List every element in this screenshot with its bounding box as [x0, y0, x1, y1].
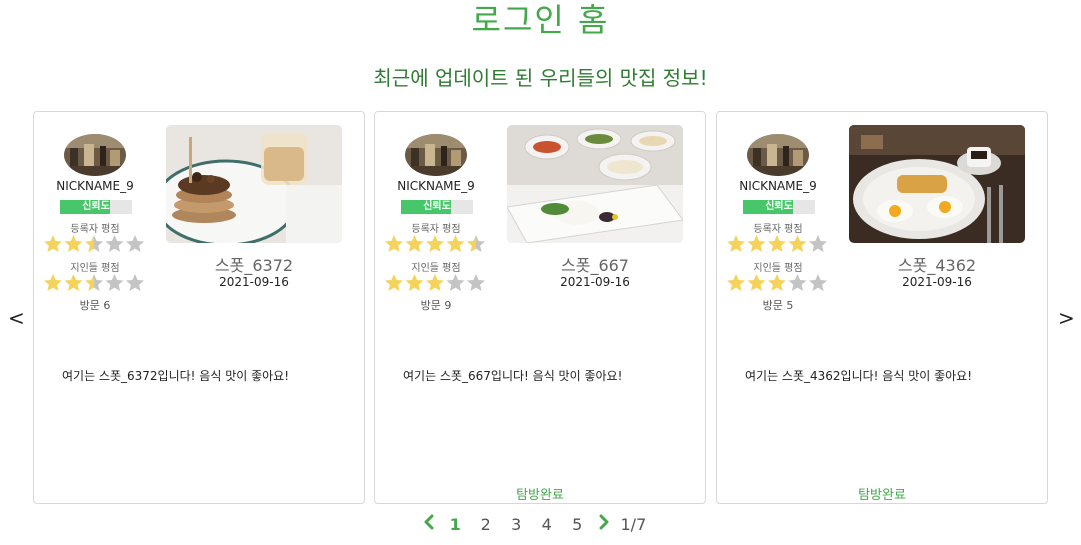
star-icon [747, 235, 766, 252]
spot-date: 2021-09-16 [560, 275, 630, 289]
spot-photo[interactable] [166, 125, 342, 243]
spot-date: 2021-09-16 [219, 275, 289, 289]
page-number[interactable]: 3 [501, 515, 532, 534]
spot-name: 스폿_667 [561, 256, 629, 275]
owner-rating-label: 등록자 평점 [753, 224, 803, 235]
spot-date: 2021-09-16 [902, 275, 972, 289]
star-icon [788, 235, 807, 252]
rating-stars-svg [44, 235, 144, 252]
star-icon [426, 274, 444, 291]
spot-card[interactable]: NICKNAME_9 신뢰도 등록자 평점 지인들 평점 방문 9 스폿_667… [374, 111, 706, 504]
spot-photo[interactable] [507, 125, 683, 243]
star-icon [385, 274, 403, 291]
visit-count: 방문 9 [420, 299, 452, 312]
page-number[interactable]: 5 [562, 515, 593, 534]
friends-rating-label: 지인들 평점 [753, 263, 803, 274]
page-number[interactable]: 1 [440, 515, 471, 534]
star-icon [105, 274, 124, 291]
carousel-prev-button[interactable]: < [8, 306, 25, 330]
rating-stars-svg [385, 235, 485, 252]
star-icon [727, 274, 745, 291]
nickname: NICKNAME_9 [397, 179, 475, 193]
spot-name: 스폿_6372 [214, 256, 294, 275]
star-icon [126, 274, 144, 291]
friends-rating-stars [726, 273, 830, 293]
chevron-right-icon[interactable] [593, 514, 615, 534]
page-title: 로그인 홈 [471, 1, 610, 39]
nickname: NICKNAME_9 [56, 179, 134, 193]
avatar[interactable] [64, 134, 126, 176]
spot-description: 여기는 스폿_6372입니다! 음식 맛이 좋아요! [62, 369, 290, 383]
owner-rating-stars [43, 234, 147, 254]
star-icon [768, 274, 786, 291]
pagination: 1 2 3 4 5 1/7 [418, 513, 646, 535]
owner-rating-stars [726, 234, 830, 254]
owner-rating-label: 등록자 평점 [70, 224, 120, 235]
spot-card[interactable]: NICKNAME_9 신뢰도 등록자 평점 지인들 평점 방문 6 스폿_637… [33, 111, 365, 504]
spot-name: 스폿_4362 [897, 256, 977, 275]
trust-bar: 신뢰도 [60, 200, 132, 214]
page-subtitle: 최근에 업데이트 된 우리들의 맛집 정보! [373, 66, 708, 90]
star-icon [85, 235, 103, 252]
trust-bar: 신뢰도 [743, 200, 815, 214]
star-icon [747, 274, 766, 291]
star-icon [385, 235, 403, 252]
page-number[interactable]: 4 [532, 515, 563, 534]
star-icon [727, 235, 745, 252]
star-icon [446, 235, 465, 252]
rating-stars-svg [727, 235, 827, 252]
star-icon [126, 235, 144, 252]
visit-count: 방문 6 [79, 299, 111, 312]
star-icon [44, 274, 62, 291]
star-icon [44, 235, 62, 252]
owner-rating-stars [384, 234, 488, 254]
star-icon [426, 235, 444, 252]
star-icon [405, 235, 424, 252]
friends-rating-label: 지인들 평점 [70, 263, 120, 274]
star-icon [64, 235, 83, 252]
friends-rating-stars [384, 273, 488, 293]
star-icon [467, 235, 485, 252]
visited-status[interactable]: 탐방완료 [375, 484, 705, 503]
visited-status[interactable]: 탐방완료 [717, 484, 1047, 503]
spot-photo[interactable] [849, 125, 1025, 243]
rating-stars-svg [727, 274, 827, 291]
star-icon [85, 274, 103, 291]
star-icon [405, 274, 424, 291]
avatar[interactable] [405, 134, 467, 176]
spot-card[interactable]: NICKNAME_9 신뢰도 등록자 평점 지인들 평점 방문 5 스폿_436… [716, 111, 1048, 504]
spot-description: 여기는 스폿_4362입니다! 음식 맛이 좋아요! [745, 369, 973, 383]
star-icon [467, 274, 485, 291]
trust-label: 신뢰도 [765, 201, 793, 212]
spot-description: 여기는 스폿_667입니다! 음식 맛이 좋아요! [403, 369, 623, 383]
star-icon [64, 274, 83, 291]
star-icon [446, 274, 465, 291]
star-icon [105, 235, 124, 252]
trust-label: 신뢰도 [82, 201, 110, 212]
friends-rating-stars [43, 273, 147, 293]
star-icon [809, 274, 827, 291]
visit-count: 방문 5 [762, 299, 794, 312]
page-number[interactable]: 2 [471, 515, 502, 534]
trust-label: 신뢰도 [423, 201, 451, 212]
star-icon [788, 274, 807, 291]
page-info: 1/7 [620, 514, 647, 534]
star-icon [809, 235, 827, 252]
avatar[interactable] [747, 134, 809, 176]
rating-stars-svg [385, 274, 485, 291]
rating-stars-svg [44, 274, 144, 291]
nickname: NICKNAME_9 [739, 179, 817, 193]
chevron-left-icon[interactable] [418, 514, 440, 534]
trust-bar: 신뢰도 [401, 200, 473, 214]
carousel-next-button[interactable]: > [1058, 306, 1075, 330]
friends-rating-label: 지인들 평점 [411, 263, 461, 274]
owner-rating-label: 등록자 평점 [411, 224, 461, 235]
star-icon [768, 235, 786, 252]
